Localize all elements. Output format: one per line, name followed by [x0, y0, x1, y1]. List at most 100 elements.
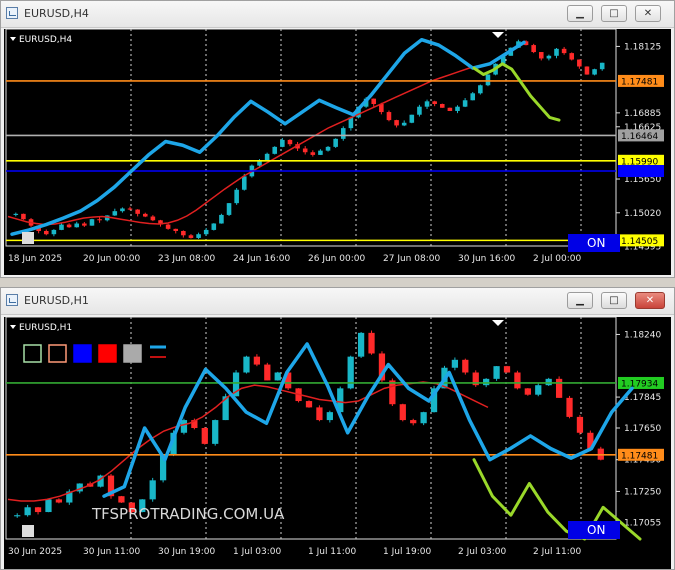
window-title: EURUSD,H1	[24, 294, 89, 307]
candle-body	[357, 332, 365, 357]
candle-body	[43, 230, 49, 235]
candle-body	[493, 366, 500, 379]
candle-body	[546, 55, 552, 59]
candle-body	[368, 332, 375, 354]
watermark-text: TFSPROTRADING.COM.UA	[91, 505, 285, 523]
chart-window-h4[interactable]: EURUSD,H4 ▁ □ ✕ 18 Jun 2025 20 Jun 00:00 2…	[0, 0, 675, 278]
candle-body	[503, 366, 511, 373]
candle-body	[535, 385, 542, 395]
candle-body	[333, 138, 338, 147]
candle-body	[485, 74, 491, 86]
symbol-label: EURUSD,H1	[19, 323, 72, 333]
candle-body	[89, 219, 95, 226]
candle-body	[439, 104, 445, 108]
candle-body	[272, 146, 278, 154]
close-button[interactable]: ✕	[635, 292, 665, 309]
on-button-label: ON	[587, 236, 605, 250]
candle-body	[389, 380, 396, 405]
candle-body	[470, 93, 476, 101]
x-tick-label: 1 Jul 19:00	[383, 547, 432, 557]
price-level-label-bg	[618, 164, 664, 177]
chart-corner-icon	[22, 232, 34, 244]
x-tick-label: 2 Jul 00:00	[533, 254, 582, 264]
candle-body	[584, 66, 590, 75]
candle-body	[554, 48, 559, 56]
candle-body	[180, 420, 188, 433]
y-tick-label: 1.17845	[624, 393, 661, 403]
candle-body	[127, 208, 133, 210]
candle-body	[576, 416, 584, 433]
y-tick-label: 1.18240	[624, 330, 661, 340]
candle-body	[196, 234, 201, 238]
candle-body	[203, 229, 209, 235]
candle-body	[420, 412, 427, 424]
candle-body	[264, 364, 271, 381]
indicator-color-box	[98, 344, 117, 363]
candle-body	[135, 209, 140, 214]
candle-body	[51, 229, 57, 235]
chart-corner-icon	[22, 525, 34, 537]
candle-body	[74, 223, 80, 228]
x-tick-label: 23 Jun 08:00	[158, 254, 215, 264]
candle-body	[253, 356, 261, 365]
minimize-button[interactable]: ▁	[567, 292, 593, 309]
candle-body	[97, 219, 102, 221]
candle-body	[561, 48, 567, 54]
candle-body	[325, 146, 331, 151]
price-level-label: 1.17481	[621, 77, 658, 87]
candle-body	[55, 499, 63, 503]
candle-body	[142, 213, 148, 217]
candle-body	[59, 224, 64, 230]
candle-body	[340, 128, 346, 139]
candle-body	[118, 496, 125, 503]
x-tick-label: 1 Jul 11:00	[308, 547, 357, 557]
price-level-label: 1.17934	[621, 379, 658, 389]
candle-body	[226, 203, 232, 215]
x-tick-label: 30 Jun 11:00	[83, 547, 140, 557]
maximize-button[interactable]: □	[601, 5, 627, 22]
candle-body	[21, 213, 26, 220]
maximize-button[interactable]: □	[601, 292, 627, 309]
candle-body	[188, 235, 194, 238]
window-titlebar[interactable]: EURUSD,H1 ▁ □ ✕	[1, 288, 674, 315]
candle-body	[302, 148, 308, 153]
candle-body	[399, 404, 406, 421]
y-tick-label: 1.18125	[624, 42, 661, 52]
candle-body	[432, 101, 437, 105]
candle-body	[66, 224, 72, 228]
candle-body	[524, 388, 531, 395]
candle-body	[310, 152, 316, 155]
candle-body	[243, 356, 250, 373]
y-tick-label: 1.17055	[624, 518, 661, 528]
candle-body	[82, 223, 87, 226]
y-tick-label: 1.16885	[624, 109, 661, 119]
candle-body	[181, 230, 186, 236]
symbol-label: EURUSD,H4	[19, 35, 72, 45]
candle-body	[280, 139, 285, 147]
candle-body	[514, 372, 521, 389]
candle-body	[577, 59, 582, 67]
candle-body	[212, 420, 219, 444]
chart-window-icon	[6, 294, 18, 306]
candle-body	[462, 359, 469, 373]
close-button[interactable]: ✕	[635, 5, 661, 22]
chart-window-h1[interactable]: EURUSD,H1 ▁ □ ✕ 30 Jun 2025 30 Jun 11:00 3…	[0, 287, 675, 570]
on-button-label: ON	[587, 523, 605, 537]
candle-body	[478, 85, 483, 94]
candle-body	[149, 480, 156, 500]
x-tick-label: 2 Jul 03:00	[458, 547, 507, 557]
candle-body	[274, 372, 281, 381]
price-chart-h1[interactable]: 30 Jun 2025 30 Jun 11:00 30 Jun 19:00 1 Jul…	[4, 317, 671, 569]
window-titlebar[interactable]: EURUSD,H4 ▁ □ ✕	[1, 1, 674, 28]
price-level-label: 1.14505	[621, 237, 658, 247]
x-tick-label: 26 Jun 00:00	[308, 254, 365, 264]
price-chart-h4[interactable]: 18 Jun 2025 20 Jun 00:00 23 Jun 08:00 24 Ju…	[4, 29, 671, 275]
y-tick-label: 1.17650	[624, 424, 661, 434]
x-tick-label: 30 Jun 16:00	[458, 254, 515, 264]
candle-body	[455, 106, 460, 111]
candle-body	[599, 62, 605, 70]
x-tick-label: 1 Jul 03:00	[233, 547, 282, 557]
candle-body	[410, 420, 417, 424]
candle-body	[45, 499, 52, 513]
minimize-button[interactable]: ▁	[567, 5, 593, 22]
